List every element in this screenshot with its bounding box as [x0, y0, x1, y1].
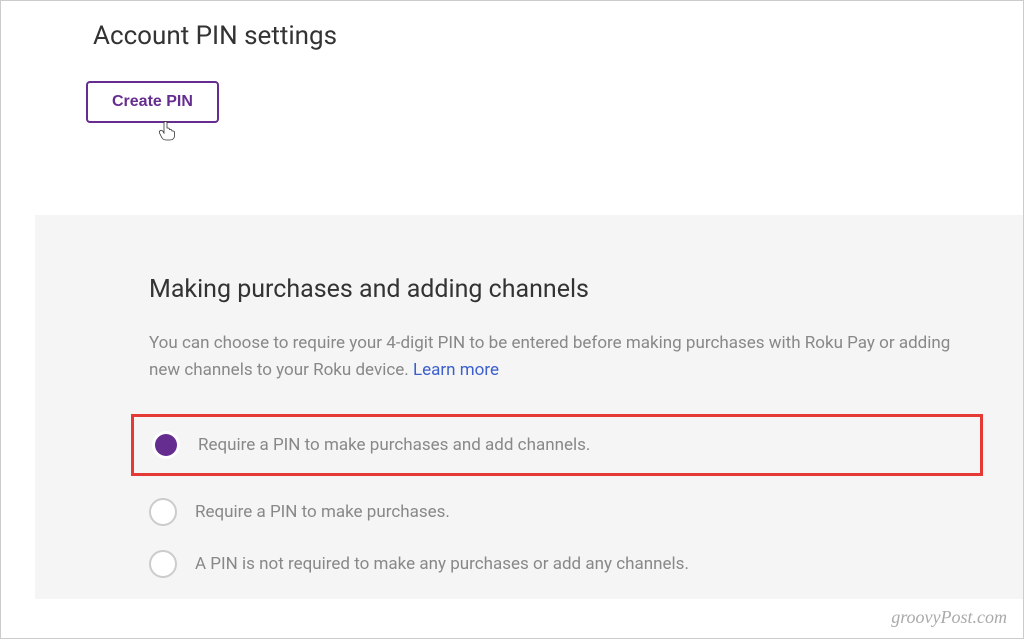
- radio-button[interactable]: [152, 431, 180, 459]
- radio-button[interactable]: [149, 550, 177, 578]
- watermark: groovyPost.com: [891, 607, 1007, 628]
- radio-label: A PIN is not required to make any purcha…: [195, 554, 689, 574]
- section-description: You can choose to require your 4-digit P…: [149, 330, 983, 384]
- radio-option-no-pin[interactable]: A PIN is not required to make any purcha…: [149, 538, 983, 590]
- radio-selected-dot-icon: [155, 434, 177, 456]
- learn-more-link[interactable]: Learn more: [413, 360, 499, 380]
- create-pin-button[interactable]: Create PIN: [86, 81, 219, 123]
- section-title: Making purchases and adding channels: [149, 275, 983, 304]
- radio-label: Require a PIN to make purchases and add …: [198, 435, 590, 455]
- cursor-hand-icon: [159, 121, 175, 141]
- highlighted-option-box: Require a PIN to make purchases and add …: [131, 414, 983, 476]
- page-title: Account PIN settings: [93, 21, 1023, 51]
- purchases-section: Making purchases and adding channels You…: [35, 215, 1023, 599]
- radio-option-require-pin-purchases[interactable]: Require a PIN to make purchases.: [149, 486, 983, 538]
- radio-option-require-pin-purchases-channels[interactable]: Require a PIN to make purchases and add …: [134, 417, 980, 473]
- radio-button[interactable]: [149, 498, 177, 526]
- radio-label: Require a PIN to make purchases.: [195, 502, 450, 522]
- section-description-text: You can choose to require your 4-digit P…: [149, 333, 950, 380]
